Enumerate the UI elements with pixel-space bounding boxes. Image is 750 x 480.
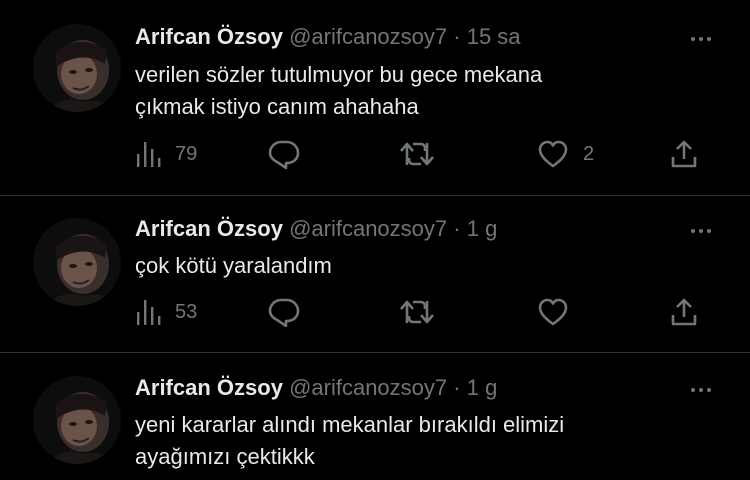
- share-icon: [671, 298, 697, 326]
- views-chart-icon: [137, 300, 161, 325]
- timestamp[interactable]: 15 sa: [467, 24, 521, 49]
- heart-icon: [538, 140, 568, 168]
- retweet-button[interactable]: [399, 295, 435, 329]
- reply-icon: [268, 140, 300, 169]
- likes-count: 2: [583, 142, 595, 165]
- username[interactable]: @arifcanozsoy7: [289, 375, 447, 400]
- more-dots-icon[interactable]: [686, 377, 716, 403]
- profile-photo-icon: [33, 24, 121, 112]
- display-name[interactable]: Arifcan Özsoy: [135, 375, 283, 400]
- share-button[interactable]: [669, 295, 699, 329]
- avatar[interactable]: [33, 218, 121, 306]
- tweet[interactable]: Arifcan Özsoy @arifcanozsoy7 · 1 g yeni …: [0, 353, 750, 480]
- timestamp[interactable]: 1 g: [467, 216, 498, 241]
- avatar[interactable]: [33, 376, 121, 464]
- share-icon: [671, 140, 697, 168]
- like-button[interactable]: [537, 295, 583, 329]
- tweet-text: verilen sözler tutulmuyor bu gece mekana…: [135, 62, 543, 119]
- username[interactable]: @arifcanozsoy7: [289, 24, 447, 49]
- retweet-icon: [400, 300, 434, 324]
- retweet-button[interactable]: [399, 137, 435, 171]
- views-count: 79: [175, 142, 198, 165]
- avatar[interactable]: [33, 24, 121, 112]
- tweet[interactable]: Arifcan Özsoy @arifcanozsoy7 · 15 sa ver…: [0, 0, 750, 193]
- tweet-header: Arifcan Özsoy @arifcanozsoy7 · 15 sa: [135, 24, 521, 50]
- reply-button[interactable]: [268, 295, 300, 329]
- reply-icon: [268, 298, 300, 327]
- display-name[interactable]: Arifcan Özsoy: [135, 24, 283, 49]
- tweet-text: yeni kararlar alındı mekanlar bırakıldı …: [135, 412, 565, 469]
- profile-photo-icon: [33, 376, 121, 464]
- action-bar: 79 2: [135, 137, 715, 171]
- profile-photo-icon: [33, 218, 121, 306]
- separator: ·: [453, 216, 461, 241]
- retweet-icon: [400, 142, 434, 166]
- share-button[interactable]: [669, 137, 699, 171]
- views-count: 53: [175, 300, 198, 323]
- views-button[interactable]: 79: [135, 137, 197, 171]
- tweet-text: çok kötü yaralandım: [135, 253, 332, 278]
- heart-icon: [538, 298, 568, 326]
- more-dots-icon[interactable]: [686, 26, 716, 52]
- like-button[interactable]: 2: [537, 137, 594, 171]
- display-name[interactable]: Arifcan Özsoy: [135, 216, 283, 241]
- separator: ·: [453, 24, 461, 49]
- tweet-header: Arifcan Özsoy @arifcanozsoy7 · 1 g: [135, 216, 497, 242]
- tweet-header: Arifcan Özsoy @arifcanozsoy7 · 1 g: [135, 375, 497, 401]
- timestamp[interactable]: 1 g: [467, 375, 498, 400]
- views-chart-icon: [137, 142, 161, 167]
- tweet[interactable]: Arifcan Özsoy @arifcanozsoy7 · 1 g çok k…: [0, 196, 750, 352]
- reply-button[interactable]: [268, 137, 300, 171]
- separator: ·: [453, 375, 461, 400]
- action-bar: 53: [135, 295, 715, 329]
- views-button[interactable]: 53: [135, 295, 197, 329]
- more-dots-icon[interactable]: [686, 218, 716, 244]
- username[interactable]: @arifcanozsoy7: [289, 216, 447, 241]
